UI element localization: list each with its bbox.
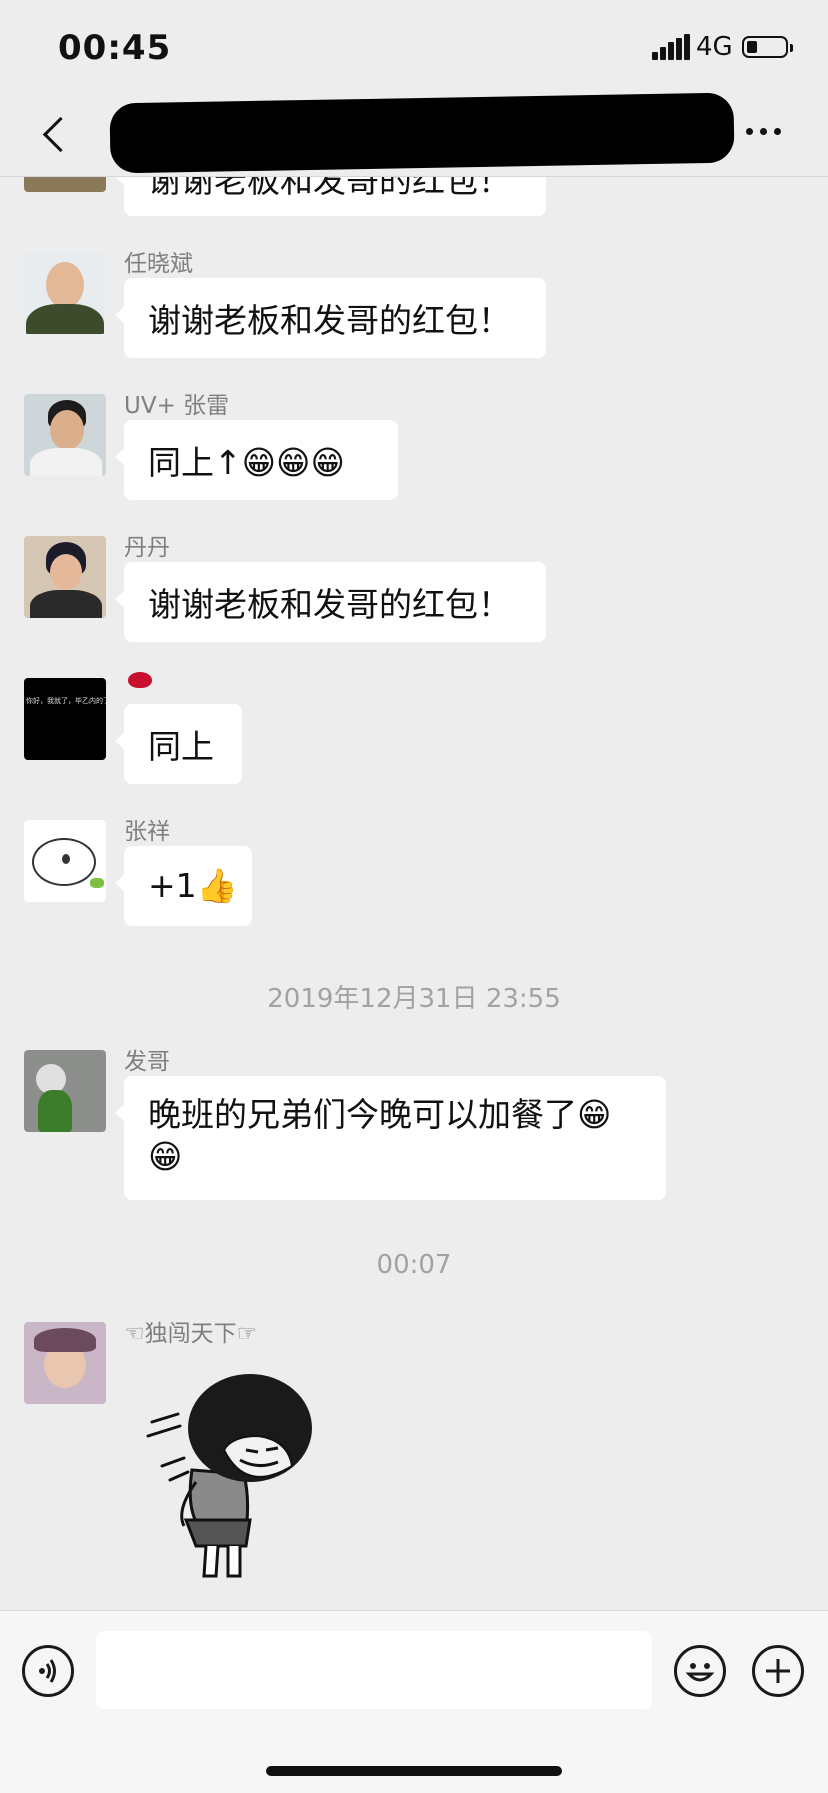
- timestamp: 2019年12月31日 23:55: [267, 984, 561, 1014]
- timestamp: 00:07: [376, 1250, 452, 1280]
- lips-icon: [128, 672, 152, 688]
- avatar[interactable]: [24, 1322, 106, 1404]
- sender-name: 发哥: [124, 1049, 170, 1075]
- avatar[interactable]: [24, 820, 106, 902]
- message-bubble[interactable]: 晚班的兄弟们今晚可以加餐了😁😁: [115, 1076, 666, 1200]
- message-text: 同上: [148, 727, 214, 766]
- status-time: 00:45: [58, 28, 172, 68]
- sticker-image[interactable]: [146, 1370, 326, 1584]
- message-bubble[interactable]: +1👍: [115, 846, 252, 926]
- message-bubble[interactable]: 同上: [115, 704, 242, 784]
- sender-name: ☜独闯天下☞: [124, 1321, 258, 1347]
- message-text: 同上↑😁😁😁: [148, 443, 345, 482]
- avatar[interactable]: [24, 536, 106, 618]
- avatar[interactable]: [24, 1050, 106, 1132]
- sender-name: 张祥: [124, 819, 170, 845]
- message-bubble[interactable]: 同上↑😁😁😁: [115, 420, 398, 500]
- voice-icon: [39, 1659, 56, 1683]
- battery-icon: [742, 36, 793, 58]
- avatar-caption: 你好，我就了，毕乙内的了: [26, 697, 106, 705]
- emoji-icon: [685, 1663, 715, 1682]
- chat-header: 嘉: [0, 92, 828, 177]
- message-text: +1👍: [148, 866, 238, 905]
- message-text: 谢谢老板和发哥的红包！: [148, 301, 511, 340]
- message-input[interactable]: [96, 1631, 652, 1709]
- message-bubble[interactable]: 谢谢老板和发哥的红包！: [115, 562, 546, 642]
- sender-name: UV+ 张雷: [124, 393, 230, 419]
- message-text: 晚班的兄弟们今晚可以加餐了😁😁: [148, 1095, 612, 1176]
- more-options-icon[interactable]: [742, 126, 786, 138]
- status-bar: 00:45 4G: [0, 0, 828, 92]
- network-type: 4G: [696, 32, 733, 62]
- message-bubble[interactable]: 谢谢老板和发哥的红包！: [115, 278, 546, 358]
- message-text: 谢谢老板和发哥的红包！: [148, 585, 511, 624]
- back-icon[interactable]: [38, 112, 78, 156]
- avatar[interactable]: 你好，我就了，毕乙内的了: [24, 678, 106, 760]
- plus-icon: [766, 1659, 790, 1683]
- home-indicator: [266, 1766, 562, 1776]
- add-button[interactable]: [752, 1645, 804, 1697]
- signal-icon: [652, 34, 690, 60]
- avatar[interactable]: [24, 394, 106, 476]
- sender-name: 丹丹: [124, 535, 170, 561]
- redaction-mark: [109, 92, 735, 174]
- emoji-button[interactable]: [674, 1645, 726, 1697]
- avatar[interactable]: [24, 252, 106, 334]
- sender-name: 任晓斌: [124, 251, 193, 277]
- voice-input-button[interactable]: [22, 1645, 74, 1697]
